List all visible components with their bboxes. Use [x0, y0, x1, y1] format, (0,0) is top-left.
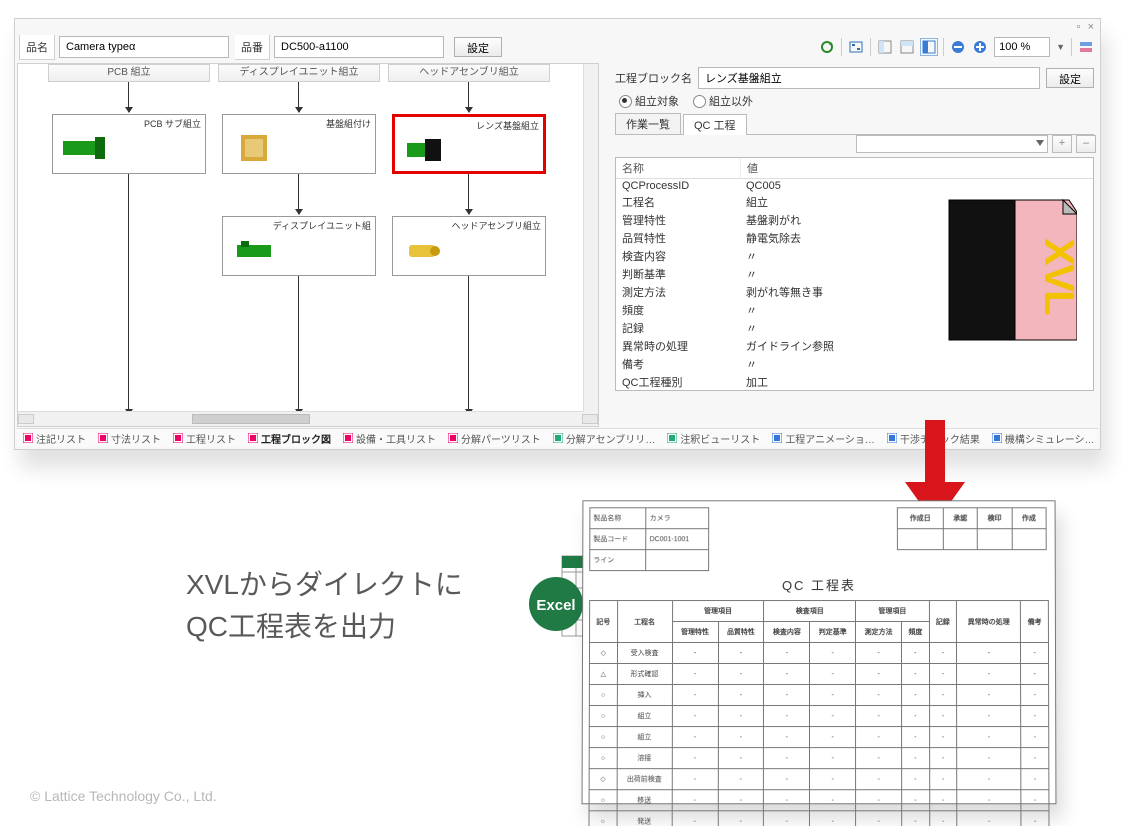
scroll-thumb[interactable] [192, 414, 310, 424]
header-row: 品名 品番 設定 ▼ [19, 33, 1094, 61]
window-controls: ▫ × [1073, 21, 1094, 33]
flow-arrow [468, 276, 469, 414]
pin-icon[interactable]: ▫ [1077, 21, 1081, 33]
tab-icon [887, 433, 897, 443]
bottom-tab[interactable]: 工程アニメーショ… [766, 431, 881, 446]
zoom-dropdown-icon[interactable]: ▼ [1056, 42, 1065, 52]
flow-col-header: PCB 組立 [48, 64, 210, 82]
bottom-tab[interactable]: 設備・工具リスト [337, 431, 442, 446]
bottom-tab[interactable]: 分解アセンブリリ… [547, 431, 662, 446]
flow-node-lens-base-selected[interactable]: レンズ基盤組立 [392, 114, 546, 174]
tab-qc-process[interactable]: QC 工程 [683, 114, 747, 135]
add-button[interactable]: + [1052, 135, 1072, 153]
tab-icon [248, 433, 258, 443]
property-row[interactable]: QCProcessIDQC005 [616, 179, 1093, 193]
xvl-logo-icon: XVL [947, 194, 1077, 344]
app-window: ▫ × 品名 品番 設定 ▼ PCB 組立 ディスプレイユニ [14, 18, 1101, 450]
bottom-tab[interactable]: 機構シミュレーシ… [986, 431, 1098, 446]
prop-header-name: 名称 [616, 158, 741, 178]
flow-arrow [468, 82, 469, 112]
zoom-out-icon[interactable] [950, 39, 966, 55]
tab-icon [98, 433, 108, 443]
layout-3-icon[interactable] [921, 39, 937, 55]
block-set-button[interactable]: 設定 [1046, 68, 1094, 88]
property-grid: 名称 値 QCProcessIDQC005工程名組立管理特性基盤剥がれ品質特性静… [615, 157, 1094, 391]
block-name-input[interactable] [698, 67, 1040, 89]
tab-icon [553, 433, 563, 443]
svg-text:XVL: XVL [1036, 238, 1077, 315]
flow-canvas[interactable]: PCB 組立 ディスプレイユニット組立 ヘッドアセンブリ組立 PCB サブ組立 … [17, 63, 599, 427]
settings-icon[interactable] [1078, 39, 1094, 55]
radio-other[interactable]: 組立以外 [693, 93, 753, 109]
flow-node-pcb-sub[interactable]: PCB サブ組立 [52, 114, 206, 174]
tab-icon [992, 433, 1002, 443]
bottom-tab[interactable]: 工程ブロック図 [242, 431, 337, 446]
tab-icon [173, 433, 183, 443]
tab-worklist[interactable]: 作業一覧 [615, 113, 681, 134]
scroll-left-icon[interactable] [18, 414, 34, 424]
copyright: © Lattice Technology Co., Ltd. [30, 788, 217, 804]
remove-button[interactable]: – [1076, 135, 1096, 153]
bottom-tab[interactable]: 注記リスト [17, 431, 92, 446]
prop-header-value: 値 [741, 158, 764, 178]
flow-node-head-asm[interactable]: ヘッドアセンブリ組立 [392, 216, 546, 276]
flow-node-display-unit[interactable]: ディスプレイユニット組 [222, 216, 376, 276]
svg-text:Excel: Excel [536, 597, 575, 614]
radio-dot-icon [619, 95, 632, 108]
toolbar: ▼ [819, 37, 1094, 57]
flow-arrow [298, 174, 299, 214]
layout-1-icon[interactable] [877, 39, 893, 55]
horizontal-scrollbar[interactable] [18, 411, 598, 426]
bottom-tab[interactable]: 寸法リスト [92, 431, 167, 446]
flow-col-header: ヘッドアセンブリ組立 [388, 64, 550, 82]
diagram-icon[interactable] [848, 39, 864, 55]
flow-arrow [128, 174, 129, 414]
bottom-tab[interactable]: 注釈ビューリスト [661, 431, 766, 446]
product-code-input[interactable] [274, 36, 444, 58]
set-button[interactable]: 設定 [454, 37, 502, 57]
tab-icon [448, 433, 458, 443]
property-row[interactable]: QC工程種別加工 [616, 373, 1093, 391]
product-code-label: 品番 [235, 35, 270, 60]
block-name-label: 工程ブロック名 [615, 70, 692, 86]
qc-table: 記号工程名管理項目検査項目管理項目記録異常時の処理備考管理特性品質特性検査内容判… [588, 600, 1049, 826]
flow-col-header: ディスプレイユニット組立 [218, 64, 380, 82]
product-name-input[interactable] [59, 36, 229, 58]
layout-2-icon[interactable] [899, 39, 915, 55]
tab-icon [772, 433, 782, 443]
zoom-in-icon[interactable] [972, 39, 988, 55]
flow-arrow [128, 82, 129, 112]
zoom-input[interactable] [994, 37, 1050, 57]
scroll-right-icon[interactable] [582, 414, 598, 424]
flow-node-base-attach[interactable]: 基盤組付け [222, 114, 376, 174]
qc-sheet: 作成日承認検印作成 製品名称カメラ 製品コードDC001-1001 ライン QC… [582, 500, 1057, 804]
product-name-label: 品名 [19, 35, 55, 60]
tab-icon [23, 433, 33, 443]
flow-arrow [468, 174, 469, 214]
refresh-icon[interactable] [819, 39, 835, 55]
caption-text: XVLからダイレクトに QC工程表を出力 [186, 564, 463, 648]
radio-target[interactable]: 組立対象 [619, 93, 679, 109]
bottom-tab[interactable]: 分解パーツリスト [442, 431, 547, 446]
property-dropdown[interactable] [856, 135, 1048, 153]
vertical-scrollbar[interactable] [583, 64, 598, 412]
property-row[interactable]: 備考〃 [616, 355, 1093, 373]
radio-dot-icon [693, 95, 706, 108]
qc-sheet-title: QC 工程表 [589, 571, 1049, 600]
flow-arrow [298, 82, 299, 112]
properties-panel: 工程ブロック名 設定 組立対象 組立以外 作業一覧 QC 工程 + – [609, 63, 1100, 427]
close-icon[interactable]: × [1088, 21, 1094, 33]
flow-arrow [298, 276, 299, 414]
tab-icon [667, 433, 677, 443]
bottom-tab[interactable]: 工程リスト [167, 431, 242, 446]
tab-icon [343, 433, 353, 443]
